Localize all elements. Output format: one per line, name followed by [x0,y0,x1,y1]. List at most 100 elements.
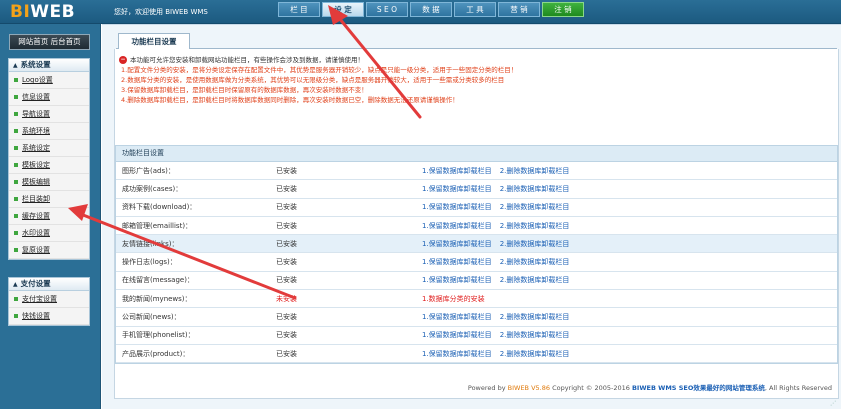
sidebar-item-template-edit[interactable]: 模板编辑 [9,174,89,191]
column-actions: 1.保留数据库卸载栏目 2.删除数据库卸载栏目 [422,202,822,212]
delete-data-uninstall-link[interactable]: 2.删除数据库卸载栏目 [500,185,570,193]
column-status: 未安装 [276,294,297,303]
delete-data-uninstall-link[interactable]: 2.删除数据库卸载栏目 [500,203,570,211]
delete-data-uninstall-link[interactable]: 2.删除数据库卸载栏目 [500,313,570,321]
tab-tools[interactable]: 工 具 [454,2,496,17]
column-actions: 1.保留数据库卸载栏目 2.删除数据库卸载栏目 [422,184,822,194]
table-header: 功能栏目设置 [116,146,837,162]
column-actions: 1.保留数据库卸载栏目 2.删除数据库卸载栏目 [422,221,822,231]
table-row: 邮箱管理(emaillist)： 已安装 1.保留数据库卸载栏目 2.删除数据库卸… [116,216,837,236]
tab-settings[interactable]: 设 定 [322,2,364,17]
column-actions: 1.保留数据库卸载栏目 2.删除数据库卸载栏目 [422,312,822,322]
bullet-icon [14,180,18,184]
logout-button[interactable]: 注 销 [542,2,584,17]
table-row: 成功案例(cases)： 已安装 1.保留数据库卸载栏目 2.删除数据库卸载栏目 [116,180,837,199]
sidebar-item-alipay[interactable]: 支付宝设置 [9,291,89,308]
column-status: 已安装 [276,313,297,322]
column-actions: 1.保留数据库卸载栏目 2.删除数据库卸载栏目 [422,275,822,285]
column-name: 图形广告(ads)： [122,166,175,175]
keep-data-uninstall-link[interactable]: 1.保留数据库卸载栏目 [422,313,492,321]
sidebar-item-watermark[interactable]: 水印设置 [9,225,89,242]
delete-data-uninstall-link[interactable]: 2.删除数据库卸载栏目 [500,258,570,266]
sidebar-item-nav[interactable]: 导航设置 [9,106,89,123]
warning-line: 2.数据库分类的安装，是使用数据库做为分类系统，其优势可以无限级分类，缺点是服务… [121,76,505,84]
warning-line: 4.删除数据库卸载栏目，是卸载栏目时将数据库数据同时删除，再次安装时数据已空，删… [121,96,459,104]
column-actions: 1.保留数据库卸载栏目 2.删除数据库卸载栏目 [422,239,822,249]
keep-data-uninstall-link[interactable]: 1.保留数据库卸载栏目 [422,203,492,211]
footer-product-link[interactable]: BIWEB WMS SEO效果最好的网站管理系统 [632,384,765,392]
bullet-icon [14,314,18,318]
table-row: 资料下载(download)： 已安装 1.保留数据库卸载栏目 2.删除数据库卸载… [116,198,837,217]
column-name: 友情链接(links)： [122,239,179,248]
sidebar-item-info[interactable]: 信息设置 [9,89,89,106]
tab-seo[interactable]: S E O [366,2,408,17]
warning-notes: − 本功能可允许您安装和卸载网站功能栏目，有些操作会涉及到数据，请谨慎使用！ 1.… [119,55,835,105]
warning-line: 1.配置文件分类的安装，是将分类设定保存在配置文件中，其优势是服务器开销较少，缺… [121,66,518,74]
table-row: 我的新闻(mynews)： 未安装 1.数据库分类的安装 [116,290,837,309]
bullet-icon [14,248,18,252]
home-button[interactable]: 网站首页 后台首页 [9,34,90,50]
column-actions: 1.保留数据库卸载栏目 2.删除数据库卸载栏目 [422,257,822,267]
collapse-triangle-icon: ▲ [13,281,18,288]
bullet-icon [14,112,18,116]
bullet-icon [14,297,18,301]
sidebar-item-cache[interactable]: 缓存设置 [9,208,89,225]
biweb-logo: BIWEB [10,2,76,22]
sidebar-item-column-install[interactable]: 栏目装卸 [9,191,89,208]
tab-column-settings[interactable]: 功能栏目设置 [118,33,190,50]
bullet-icon [14,78,18,82]
delete-data-uninstall-link[interactable]: 2.删除数据库卸载栏目 [500,240,570,248]
tab-data[interactable]: 数 据 [410,2,452,17]
keep-data-uninstall-link[interactable]: 1.保留数据库卸载栏目 [422,222,492,230]
content-tabs: 功能栏目设置 [116,31,837,50]
column-actions: 1.数据库分类的安装 [422,294,822,304]
tab-columns[interactable]: 栏 目 [278,2,320,17]
column-name: 成功案例(cases)： [122,184,183,193]
column-status: 已安装 [276,276,297,285]
keep-data-uninstall-link[interactable]: 1.保留数据库卸载栏目 [422,167,492,175]
column-name: 我的新闻(mynews)： [122,294,192,303]
columns-table: 功能栏目设置 图形广告(ads)： 已安装 1.保留数据库卸载栏目 2.删除数据库… [115,145,838,365]
tab-marketing[interactable]: 营 销 [498,2,540,17]
bullet-icon [14,163,18,167]
bullet-icon [14,95,18,99]
keep-data-uninstall-link[interactable]: 1.保留数据库卸载栏目 [422,276,492,284]
system-settings-header[interactable]: ▲ 系统设置 [9,59,89,72]
sidebar-item-template-config[interactable]: 模板设定 [9,157,89,174]
delete-data-uninstall-link[interactable]: 2.删除数据库卸载栏目 [500,276,570,284]
keep-data-uninstall-link[interactable]: 1.保留数据库卸载栏目 [422,350,492,358]
bullet-icon [14,197,18,201]
column-status: 已安装 [276,203,297,212]
payment-settings-header[interactable]: ▲ 支付设置 [9,278,89,291]
system-settings-panel: ▲ 系统设置 Logo设置 信息设置 导航设置 系统环境 系统设定 模板设定 模板… [8,58,90,260]
table-row: 操作日志(logs)： 已安装 1.保留数据库卸载栏目 2.删除数据库卸载栏目 [116,253,837,272]
footer: Powered by BIWEB V5.86 Copyright © 2005-… [467,384,832,392]
keep-data-uninstall-link[interactable]: 1.保留数据库卸载栏目 [422,258,492,266]
sidebar-item-logo[interactable]: Logo设置 [9,72,89,89]
table-row: 图形广告(ads)： 已安装 1.保留数据库卸载栏目 2.删除数据库卸载栏目 [116,162,837,181]
warning-line: 3.保留数据库卸载栏目，是卸载栏目时保留原有的数据库数据，再次安装时数据不变！ [121,86,368,94]
sidebar-item-99bill[interactable]: 快钱设置 [9,308,89,325]
column-status: 已安装 [276,221,297,230]
sidebar-item-environment[interactable]: 系统环境 [9,123,89,140]
delete-data-uninstall-link[interactable]: 2.删除数据库卸载栏目 [500,222,570,230]
table-row: 产品展示(product)： 已安装 1.保留数据库卸载栏目 2.删除数据库卸载栏… [116,344,837,364]
sidebar-item-restore[interactable]: 复原设置 [9,242,89,259]
footer-brand-link[interactable]: BIWEB V5.86 [508,384,550,392]
keep-data-uninstall-link[interactable]: 1.保留数据库卸载栏目 [422,331,492,339]
keep-data-uninstall-link[interactable]: 1.保留数据库卸载栏目 [422,185,492,193]
sidebar-item-system-config[interactable]: 系统设定 [9,140,89,157]
db-category-install-link[interactable]: 1.数据库分类的安装 [422,295,485,303]
delete-data-uninstall-link[interactable]: 2.删除数据库卸载栏目 [500,167,570,175]
resize-grip-icon[interactable]: ⋰ [830,400,838,407]
sidebar: 网站首页 后台首页 ▲ 系统设置 Logo设置 信息设置 导航设置 系统环境 系统… [0,24,101,409]
keep-data-uninstall-link[interactable]: 1.保留数据库卸载栏目 [422,240,492,248]
column-name: 在线留言(message)： [122,276,194,285]
stop-icon: − [119,56,127,64]
delete-data-uninstall-link[interactable]: 2.删除数据库卸载栏目 [500,350,570,358]
column-name: 产品展示(product)： [122,349,190,358]
delete-data-uninstall-link[interactable]: 2.删除数据库卸载栏目 [500,331,570,339]
bullet-icon [14,214,18,218]
column-status: 已安装 [276,331,297,340]
column-actions: 1.保留数据库卸载栏目 2.删除数据库卸载栏目 [422,166,822,176]
